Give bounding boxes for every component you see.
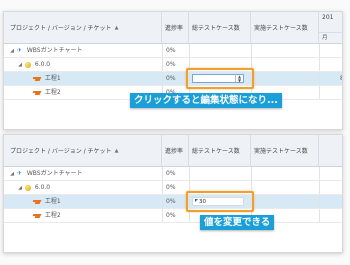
- progress-cell: 0%: [162, 44, 189, 57]
- timeline-cell: [319, 167, 342, 180]
- column-header-tree[interactable]: プロジェクト / バージョン / チケット ▲: [4, 135, 162, 166]
- sort-asc-icon: ▲: [114, 24, 119, 31]
- callout-label: 値を変更できる: [200, 215, 275, 230]
- planned-cases-cell[interactable]: [189, 167, 252, 180]
- tree-cell: ◢ 6.0.0: [4, 58, 175, 71]
- tree-cell: ◢ ✈ WBSガントチャート: [4, 167, 167, 180]
- version-icon: [24, 184, 31, 191]
- callout-label: クリックすると編集状態になり...: [130, 93, 282, 108]
- table-row-version[interactable]: ◢ 6.0.0 0%: [4, 58, 342, 72]
- tree-cell: ◢ ✈ WBSガントチャート: [4, 44, 167, 57]
- expand-toggle-icon[interactable]: ◢: [9, 168, 15, 181]
- task-icon: [33, 213, 41, 219]
- table-row-version[interactable]: ◢ 6.0.0 0%: [4, 181, 342, 195]
- version-icon: [24, 61, 31, 68]
- column-header-tree-label: プロジェクト / バージョン / チケット: [10, 25, 112, 32]
- grid-panel-after-edit: プロジェクト / バージョン / チケット ▲ 進捗率 総テストケース数 実施テ…: [3, 134, 343, 253]
- column-header-actual-cases[interactable]: 実施テストケース数: [251, 135, 319, 166]
- pin-icon: ✈: [16, 169, 22, 177]
- task-icon: [33, 76, 41, 82]
- grid-panel-before-edit: プロジェクト / バージョン / チケット ▲ 進捗率 総テストケース数 実施テ…: [3, 11, 343, 130]
- column-header-tree[interactable]: プロジェクト / バージョン / チケット ▲: [4, 12, 162, 43]
- expand-toggle-icon[interactable]: ◢: [9, 45, 15, 58]
- pin-icon: ✈: [16, 46, 22, 54]
- progress-cell: 0%: [162, 58, 189, 71]
- timeline-cell: [319, 86, 342, 99]
- tree-cell: ◢ 6.0.0: [4, 181, 175, 194]
- column-header-tree-label: プロジェクト / バージョン / チケット: [10, 148, 112, 155]
- row-label: 6.0.0: [34, 184, 51, 191]
- grid-header: プロジェクト / バージョン / チケット ▲ 進捗率 総テストケース数 実施テ…: [4, 135, 342, 167]
- row-label: 工程2: [44, 89, 61, 96]
- column-header-month: 月: [319, 32, 342, 43]
- column-header-planned-cases[interactable]: 総テストケース数: [189, 12, 251, 43]
- highlight-box: [186, 68, 254, 89]
- actual-cases-cell[interactable]: [251, 181, 320, 194]
- highlight-box: [186, 191, 254, 212]
- row-label: 工程2: [44, 212, 61, 219]
- row-label: 6.0.0: [34, 61, 51, 68]
- column-header-actual-cases[interactable]: 実施テストケース数: [251, 12, 319, 43]
- progress-cell: 0%: [162, 181, 189, 194]
- progress-cell: 0%: [162, 209, 189, 222]
- table-row-task1[interactable]: 工程1 0% ▲ ▼ 8: [4, 72, 342, 86]
- task-icon: [33, 90, 41, 96]
- expand-toggle-icon[interactable]: ◢: [17, 182, 23, 195]
- timeline-cell: [319, 209, 342, 222]
- row-label: WBSガントチャート: [26, 170, 83, 177]
- progress-cell: 0%: [162, 195, 189, 208]
- progress-cell: 0%: [162, 72, 189, 85]
- sort-asc-icon: ▲: [114, 147, 119, 154]
- actual-cases-cell[interactable]: [251, 44, 320, 57]
- planned-cases-cell[interactable]: [189, 44, 252, 57]
- table-row-project[interactable]: ◢ ✈ WBSガントチャート 0%: [4, 44, 342, 58]
- row-label: 工程1: [44, 198, 61, 205]
- column-header-year: [319, 135, 342, 166]
- actual-cases-cell[interactable]: [251, 58, 320, 71]
- timeline-cell: [319, 181, 342, 194]
- actual-cases-cell[interactable]: [251, 195, 320, 208]
- task-icon: [33, 199, 41, 205]
- expand-toggle-icon[interactable]: ◢: [17, 59, 23, 72]
- progress-cell: 0%: [162, 167, 189, 180]
- actual-cases-cell[interactable]: [251, 72, 320, 85]
- timeline-cell: 8: [319, 72, 342, 85]
- timeline-cell: [319, 58, 342, 71]
- column-header-planned-cases[interactable]: 総テストケース数: [189, 135, 251, 166]
- actual-cases-cell[interactable]: [251, 167, 320, 180]
- timeline-cell: [319, 195, 342, 208]
- timeline-cell: [319, 44, 342, 57]
- row-label: WBSガントチャート: [26, 47, 83, 54]
- table-row-task1[interactable]: 工程1 0% 30: [4, 195, 342, 209]
- table-row-project[interactable]: ◢ ✈ WBSガントチャート 0%: [4, 167, 342, 181]
- table-row-task2[interactable]: 工程2 0%: [4, 209, 342, 223]
- grid-header: プロジェクト / バージョン / チケット ▲ 進捗率 総テストケース数 実施テ…: [4, 12, 342, 44]
- column-header-progress[interactable]: 進捗率: [162, 135, 189, 166]
- column-header-progress[interactable]: 進捗率: [162, 12, 189, 43]
- row-label: 工程1: [44, 75, 61, 82]
